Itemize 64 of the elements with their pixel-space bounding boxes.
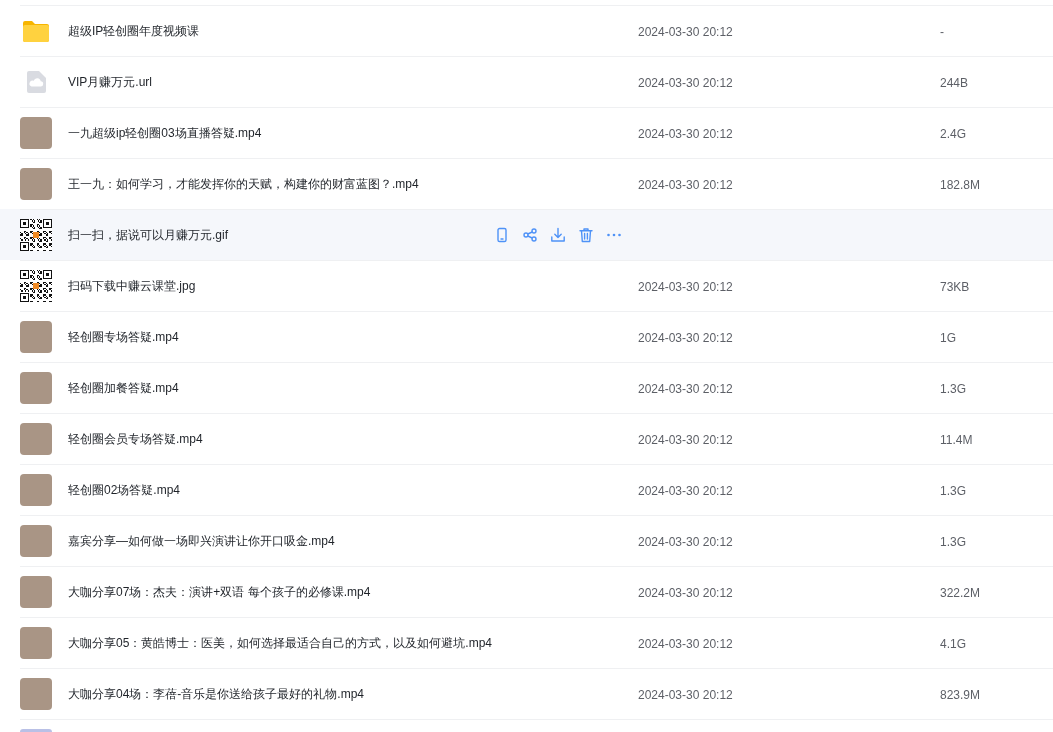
file-size: 244B [940,76,969,90]
modified-date: 2024-03-30 20:12 [638,382,733,396]
photo-placeholder [20,576,52,608]
file-size: 4.1G [940,637,966,651]
modified-date: 2024-03-30 20:12 [638,433,733,447]
modified-date: 2024-03-30 20:12 [638,25,733,39]
qr-code-icon [20,270,52,302]
photo-placeholder [20,678,52,710]
download-button[interactable] [550,227,566,243]
delete-button[interactable] [578,227,594,243]
photo-placeholder [20,627,52,659]
file-name[interactable]: 扫一扫，据说可以月赚万元.gif [68,227,228,243]
file-name[interactable]: 大咖分享07场：杰夫：演讲+双语 每个孩子的必修课.mp4 [68,584,371,600]
photo-placeholder [20,117,52,149]
modified-date: 2024-03-30 20:12 [638,637,733,651]
file-name[interactable]: 轻创圈加餐答疑.mp4 [68,380,179,396]
modified-date: 2024-03-30 20:12 [638,484,733,498]
file-name[interactable]: 轻创圈02场答疑.mp4 [68,482,181,498]
file-name[interactable]: VIP月赚万元.url [68,74,152,90]
photo-placeholder [20,372,52,404]
cloud-file-icon [26,71,46,93]
file-size: 182.8M [940,178,981,192]
modified-date: 2024-03-30 20:12 [638,127,733,141]
photo-placeholder [20,423,52,455]
file-name[interactable]: 一九超级ip轻创圈03场直播答疑.mp4 [68,125,262,141]
modified-date: 2024-03-30 20:12 [638,688,733,702]
photo-placeholder [20,168,52,200]
file-size: 2.4G [940,127,966,141]
modified-date: 2024-03-30 20:12 [638,331,733,345]
download-icon [550,227,566,243]
mobile-icon [494,227,510,243]
share-button[interactable] [522,227,538,243]
modified-date: 2024-03-30 20:12 [638,280,733,294]
file-size: 73KB [940,280,970,294]
file-name[interactable]: 大咖分享05：黄皓博士：医美，如何选择最适合自己的方式，以及如何避坑.mp4 [68,635,493,651]
modified-date: 2024-03-30 20:12 [638,535,733,549]
file-name[interactable]: 扫码下载中赚云课堂.jpg [68,278,196,294]
delete-icon [578,227,594,243]
file-size: 322.2M [940,586,981,600]
file-size: 1.3G [940,535,966,549]
mobile-button[interactable] [494,227,510,243]
file-name[interactable]: 大咖分享04场：李蓓-音乐是你送给孩子最好的礼物.mp4 [68,686,365,702]
file-name[interactable]: 轻创圈专场答疑.mp4 [68,329,179,345]
photo-placeholder [20,321,52,353]
modified-date: 2024-03-30 20:12 [638,586,733,600]
modified-date: 2024-03-30 20:12 [638,178,733,192]
file-name[interactable]: 轻创圈会员专场答疑.mp4 [68,431,203,447]
modified-date: 2024-03-30 20:12 [638,76,733,90]
folder-icon [22,19,50,43]
file-size: 1.3G [940,484,966,498]
file-size: 823.9M [940,688,981,702]
file-size: - [940,25,944,39]
file-name[interactable]: 王一九：如何学习，才能发挥你的天赋，构建你的财富蓝图？.mp4 [68,176,419,192]
file-size: 1.3G [940,382,966,396]
file-name[interactable]: 超级IP轻创圈年度视频课 [68,23,200,39]
photo-placeholder [20,729,52,732]
share-icon [522,227,538,243]
file-row[interactable]: 扫一扫，据说可以月赚万元.gif [0,209,1053,260]
qr-code-icon [20,219,52,251]
photo-placeholder [20,474,52,506]
photo-placeholder [20,525,52,557]
file-size: 11.4M [940,433,973,447]
file-name[interactable]: 嘉宾分享—如何做一场即兴演讲让你开口吸金.mp4 [68,533,335,549]
file-size: 1G [940,331,956,345]
